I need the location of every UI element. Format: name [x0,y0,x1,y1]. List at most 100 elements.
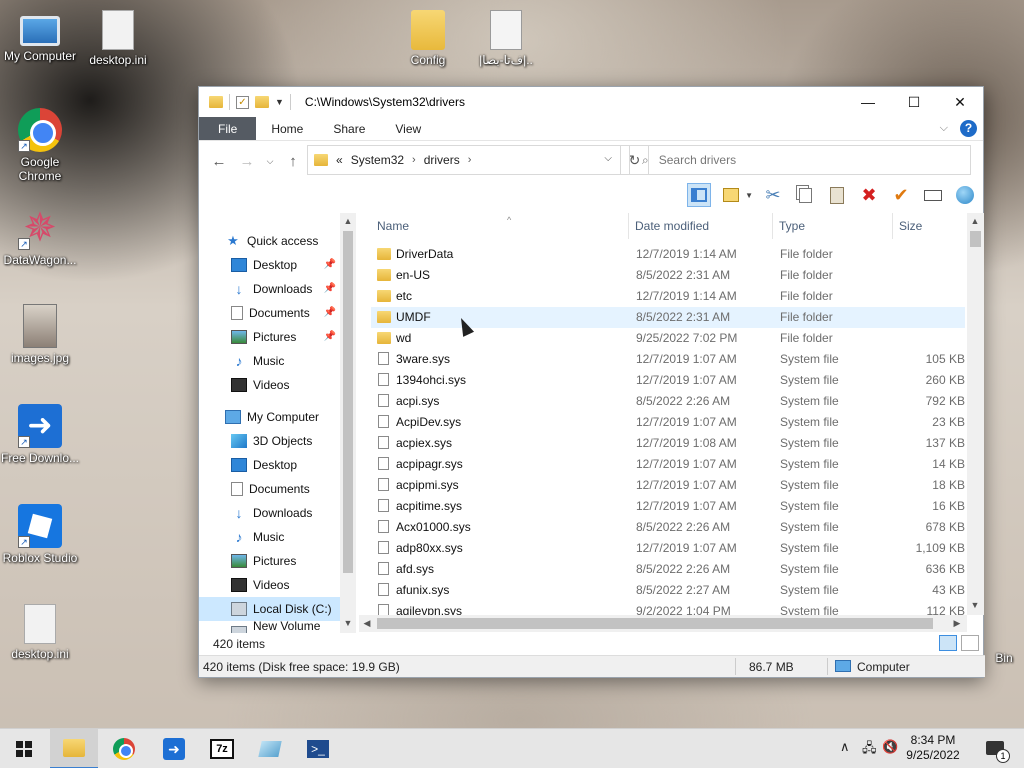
taskbar-chrome[interactable] [100,729,148,768]
file-list-vertical-scrollbar[interactable]: ▲ ▼ [967,213,984,615]
desktop-icon-chrome[interactable]: ↗ Google Chrome [0,108,80,183]
table-row[interactable]: 3ware.sys 12/7/2019 1:07 AM System file 105… [371,349,965,370]
desktop-icon-free-download-manager[interactable]: ➜ ↗ Free Downlo... [0,404,80,465]
properties-icon[interactable]: ✓ [236,95,249,109]
clock[interactable]: 8:34 PM 9/25/2022 [898,733,968,763]
sidebar-item[interactable]: ♪ Music [199,349,340,373]
tab-home[interactable]: Home [256,117,318,140]
address-dropdown-icon[interactable]: ⌵ [604,153,612,164]
preview-pane-button[interactable] [687,183,712,207]
start-button[interactable] [0,729,48,768]
taskbar-notepad[interactable] [246,729,294,768]
scroll-up-icon[interactable]: ▲ [967,213,983,229]
table-row[interactable]: acpipmi.sys 12/7/2019 1:07 AM System file 1… [371,475,965,496]
chevron-down-icon[interactable]: ▼ [745,191,753,200]
sidebar-item[interactable]: ♪ Music [199,525,340,549]
taskbar-powershell[interactable]: >_ [294,729,342,768]
breadcrumb-drivers[interactable]: drivers [424,153,460,167]
table-row[interactable]: acpi.sys 8/5/2022 2:26 AM System file 792 K… [371,391,965,412]
up-button[interactable]: ↑ [283,153,303,170]
desktop-icon-desktop-ini-2[interactable]: desktop.ini [0,604,80,661]
breadcrumb-overflow[interactable]: « [336,153,343,167]
scroll-up-icon[interactable]: ▲ [340,213,356,229]
desktop-icon-roblox-studio[interactable]: ↗ Roblox Studio [0,504,80,565]
file-list-horizontal-scrollbar[interactable]: ◀ ▶ [359,615,967,632]
scrollbar-thumb[interactable] [343,231,353,573]
sidebar-item[interactable]: My Computer [199,405,340,429]
table-row[interactable]: adp80xx.sys 12/7/2019 1:07 AM System file 1… [371,538,965,559]
scroll-left-icon[interactable]: ◀ [359,615,375,631]
taskbar-7zip[interactable]: 7z [198,729,246,768]
column-header-date[interactable]: Date modified [629,213,773,239]
sidebar-item[interactable]: ↓ Downloads [199,501,340,525]
breadcrumb-system32[interactable]: System32 [351,153,404,167]
sidebar-item[interactable]: Documents 📌 [199,301,340,325]
desktop-icon-my-computer[interactable]: My Computer [0,10,80,63]
sidebar-item[interactable]: Pictures [199,549,340,573]
properties-button[interactable] [719,183,743,207]
table-row[interactable]: Acx01000.sys 8/5/2022 2:26 AM System file 6… [371,517,965,538]
table-row[interactable]: AcpiDev.sys 12/7/2019 1:07 AM System file 2… [371,412,965,433]
column-header-type[interactable]: Type [773,213,893,239]
volume-muted-icon[interactable]: 🔇 [882,739,898,755]
sidebar-item[interactable]: Desktop [199,453,340,477]
table-row[interactable]: 1394ohci.sys 12/7/2019 1:07 AM System file… [371,370,965,391]
show-hidden-icons-icon[interactable]: ∧ [840,739,850,755]
table-row[interactable]: acpitime.sys 12/7/2019 1:07 AM System file… [371,496,965,517]
sidebar-item[interactable]: ★ Quick access [199,229,340,253]
sidebar-item[interactable]: New Volume (E:) [199,619,340,633]
scroll-down-icon[interactable]: ▼ [340,615,356,631]
title-bar[interactable]: ✓ ▼ C:\Windows\System32\drivers — ☐ ✕ [199,87,983,117]
sidebar-item[interactable]: Pictures 📌 [199,325,340,349]
scroll-down-icon[interactable]: ▼ [967,597,983,613]
close-button[interactable]: ✕ [937,87,983,117]
desktop-icon-text-file[interactable]: |ف‌تا-بصا|.. [466,10,546,67]
nav-scrollbar[interactable]: ▲ ▼ [340,213,356,633]
cut-button[interactable]: ✂ [761,183,785,207]
checkmark-button[interactable]: ✔ [889,183,913,207]
table-row[interactable]: afd.sys 8/5/2022 2:26 AM System file 636 KB [371,559,965,580]
table-row[interactable]: DriverData 12/7/2019 1:14 AM File folder [371,244,965,265]
network-icon[interactable]: 🖧 [862,739,877,761]
tab-view[interactable]: View [380,117,436,140]
table-row[interactable]: acpiex.sys 12/7/2019 1:08 AM System file 13… [371,433,965,454]
table-row[interactable]: afunix.sys 8/5/2022 2:27 AM System file 43 … [371,580,965,601]
table-row[interactable]: acpipagr.sys 12/7/2019 1:07 AM System file… [371,454,965,475]
taskbar-free-download-manager[interactable]: ➜ [150,729,198,768]
chevron-right-icon[interactable]: › [412,154,416,166]
desktop-icon-images[interactable]: images.jpg [0,304,80,365]
tab-file[interactable]: File [199,117,257,140]
sidebar-item[interactable]: ↓ Downloads 📌 [199,277,340,301]
desktop-icon-datawagon[interactable]: ✵ ↗ DataWagon... [0,206,80,267]
column-header-size[interactable]: Size [893,213,967,239]
search-input[interactable]: ⌕ Search drivers [629,145,971,175]
sidebar-item[interactable]: Videos [199,573,340,597]
tab-share[interactable]: Share [318,117,380,140]
desktop-icon-desktop-ini[interactable]: desktop.ini [78,10,158,67]
sidebar-item[interactable]: 3D Objects [199,429,340,453]
recent-locations-icon[interactable]: ⌵ [265,156,275,167]
forward-button[interactable]: → [237,153,257,170]
sidebar-item[interactable]: Local Disk (C:) [199,597,340,621]
sidebar-item[interactable]: Documents [199,477,340,501]
scrollbar-thumb[interactable] [970,231,981,247]
large-icons-view-button[interactable] [961,635,979,651]
help-icon[interactable]: ? [960,120,977,137]
maximize-button[interactable]: ☐ [891,87,937,117]
rename-button[interactable] [921,183,945,207]
desktop-icon-config[interactable]: Config [388,10,468,67]
delete-button[interactable]: ✖ [857,183,881,207]
table-row[interactable]: etc 12/7/2019 1:14 AM File folder [371,286,965,307]
back-button[interactable]: ← [209,153,229,170]
scrollbar-thumb[interactable] [377,618,933,629]
sidebar-item[interactable]: Desktop 📌 [199,253,340,277]
taskbar-file-explorer[interactable] [50,729,98,768]
customize-toolbar-dropdown-icon[interactable]: ▼ [275,97,284,107]
scroll-right-icon[interactable]: ▶ [949,615,965,631]
paste-button[interactable] [825,183,849,207]
details-view-button[interactable] [939,635,957,651]
chevron-right-icon[interactable]: › [468,154,472,166]
new-folder-icon[interactable] [255,96,269,108]
expand-ribbon-icon[interactable]: ⌵ [940,122,948,135]
sidebar-item[interactable]: Videos [199,373,340,397]
